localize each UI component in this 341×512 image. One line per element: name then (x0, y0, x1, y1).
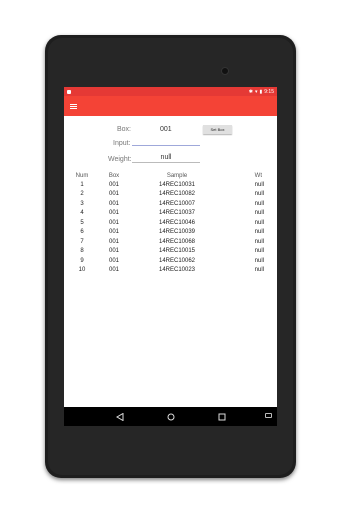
row-box: 001 (108, 219, 119, 226)
table-row[interactable]: 1 001 14REC10031 null (71, 180, 270, 190)
table-row[interactable]: 7 001 14REC10068 null (71, 237, 270, 247)
row-num: 3 (80, 200, 84, 207)
row-box: 001 (108, 191, 119, 198)
box-value: 001 (160, 126, 172, 133)
app-toolbar (64, 96, 277, 116)
row-sample: 14REC10039 (158, 229, 196, 236)
bluetooth-icon: ✱ (248, 88, 253, 95)
table-row[interactable]: 4 001 14REC10037 null (71, 209, 270, 219)
box-label: Box: (117, 126, 132, 133)
table-row[interactable]: 3 001 14REC10007 null (71, 199, 270, 209)
status-time: 9:15 (264, 88, 274, 95)
row-sample: 14REC10068 (158, 238, 196, 245)
sample-input[interactable] (132, 138, 200, 146)
row-num: 9 (80, 257, 84, 264)
row-sample: 14REC10031 (158, 181, 196, 188)
row-num: 2 (80, 191, 84, 198)
weight-value: null (132, 154, 200, 163)
front-camera (221, 67, 229, 75)
header-box: Box (108, 172, 120, 179)
row-wt: null (254, 200, 264, 207)
row-num: 6 (80, 229, 84, 236)
row-sample: 14REC10007 (158, 200, 196, 207)
table-row[interactable]: 10 001 14REC10023 null (71, 266, 270, 276)
battery-icon: ▮ (259, 88, 263, 95)
row-sample: 14REC10046 (158, 219, 196, 226)
weight-label: Weight: (108, 156, 132, 163)
row-wt: null (254, 257, 264, 264)
row-box: 001 (108, 267, 119, 274)
row-box: 001 (108, 200, 119, 207)
table-row[interactable]: 5 001 14REC10046 null (71, 218, 270, 228)
row-sample: 14REC10023 (158, 267, 196, 274)
notification-icon (67, 89, 71, 94)
row-wt: null (254, 181, 264, 188)
row-sample: 14REC10015 (158, 248, 196, 255)
status-bar: ✱ ▾ ▮ 9:15 (64, 87, 277, 96)
keyboard-icon[interactable] (265, 413, 272, 418)
table-row[interactable]: 9 001 14REC10062 null (71, 256, 270, 266)
table-row[interactable]: 6 001 14REC10039 null (71, 228, 270, 238)
header-sample: Sample (166, 172, 188, 179)
table-row[interactable]: 8 001 14REC10015 null (71, 247, 270, 257)
row-wt: null (254, 267, 264, 274)
set-box-button[interactable]: Set Box (203, 125, 232, 134)
row-box: 001 (108, 238, 119, 245)
status-icons: ✱ ▾ ▮ 9:15 (249, 89, 274, 95)
app-screen: ✱ ▾ ▮ 9:15 Box: 001 Set Box Input: Weigh… (64, 87, 277, 426)
row-wt: null (254, 210, 264, 217)
row-wt: null (254, 248, 264, 255)
back-triangle-icon[interactable] (115, 412, 125, 422)
row-box: 001 (108, 210, 119, 217)
samples-table: Num Box Sample Wt 1 001 14REC10031 null … (71, 171, 270, 275)
row-sample: 14REC10062 (158, 257, 196, 264)
row-sample: 14REC10082 (158, 191, 196, 198)
row-num: 4 (80, 210, 84, 217)
row-sample: 14REC10037 (158, 210, 196, 217)
row-box: 001 (108, 248, 119, 255)
row-num: 10 (78, 267, 86, 274)
table-header-row: Num Box Sample Wt (71, 171, 270, 180)
main-content: Box: 001 Set Box Input: Weight: null Num… (64, 116, 277, 404)
table-row[interactable]: 2 001 14REC10082 null (71, 190, 270, 200)
home-circle-icon[interactable] (166, 412, 176, 422)
input-label: Input: (113, 140, 131, 147)
hamburger-menu-icon[interactable] (70, 103, 77, 109)
row-wt: null (254, 238, 264, 245)
row-box: 001 (108, 257, 119, 264)
header-wt: Wt (254, 172, 262, 179)
row-box: 001 (108, 229, 119, 236)
android-nav-bar (64, 407, 277, 426)
row-wt: null (254, 219, 264, 226)
row-num: 5 (80, 219, 84, 226)
row-wt: null (254, 191, 264, 198)
row-box: 001 (108, 181, 119, 188)
row-wt: null (254, 229, 264, 236)
row-num: 8 (80, 248, 84, 255)
wifi-icon: ▾ (254, 88, 258, 95)
recents-square-icon[interactable] (217, 412, 227, 422)
row-num: 1 (80, 181, 84, 188)
row-num: 7 (80, 238, 84, 245)
header-num: Num (75, 172, 89, 179)
